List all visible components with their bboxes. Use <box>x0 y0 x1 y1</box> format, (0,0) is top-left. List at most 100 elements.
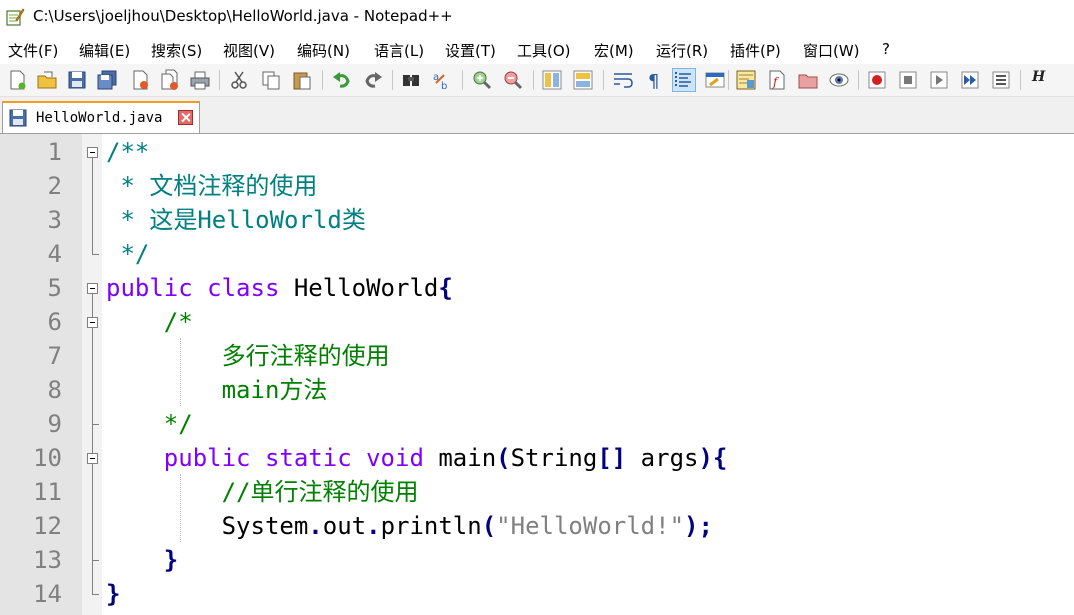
save-macro-icon[interactable] <box>990 69 1012 91</box>
code-line[interactable]: /** <box>106 135 149 169</box>
tab-bar: HelloWorld.java <box>0 97 1074 134</box>
code-token: //单行注释的使用 <box>106 478 419 506</box>
menu-encoding[interactable]: 编码(N) <box>297 40 350 61</box>
menu-help[interactable]: ? <box>882 40 890 58</box>
close-all-icon[interactable] <box>159 69 181 91</box>
paste-icon[interactable] <box>291 69 313 91</box>
monitor-icon[interactable] <box>828 69 850 91</box>
code-line[interactable]: */ <box>106 237 149 271</box>
code-line[interactable]: /* <box>106 305 193 339</box>
code-line[interactable]: System.out.println("HelloWorld!"); <box>106 509 713 543</box>
code-line[interactable]: public class HelloWorld{ <box>106 271 453 305</box>
code-line[interactable]: } <box>106 543 178 577</box>
stop-macro-icon[interactable] <box>897 69 919 91</box>
menu-edit[interactable]: 编辑(E) <box>79 40 130 61</box>
code-line[interactable]: public static void main(String[] args){ <box>106 441 728 475</box>
code-token: * 这是HelloWorld类 <box>106 206 366 234</box>
code-token: /* <box>106 308 193 336</box>
new-file-icon[interactable] <box>6 69 28 91</box>
tab-label: HelloWorld.java <box>36 110 163 126</box>
line-number: 10 <box>33 444 62 472</box>
fold-toggle-icon[interactable] <box>87 453 98 464</box>
code-token: public <box>163 444 251 472</box>
code-line[interactable]: * 这是HelloWorld类 <box>106 203 366 237</box>
menu-plugins[interactable]: 插件(P) <box>730 40 781 61</box>
folder-workspace-icon[interactable] <box>797 69 819 91</box>
cut-icon[interactable] <box>228 69 250 91</box>
code-token: String <box>510 444 598 472</box>
undo-icon[interactable] <box>331 69 353 91</box>
code-line[interactable]: //单行注释的使用 <box>106 475 419 509</box>
toolbar-separator <box>462 70 463 90</box>
menu-tools[interactable]: 工具(O) <box>517 40 571 61</box>
tab-helloworld-java[interactable]: HelloWorld.java <box>2 101 200 133</box>
sync-vertical-icon[interactable] <box>541 69 563 91</box>
toolbar-separator <box>392 70 393 90</box>
code-line[interactable]: * 文档注释的使用 <box>106 169 317 203</box>
menu-macro[interactable]: 宏(M) <box>594 40 634 61</box>
close-icon[interactable] <box>129 69 151 91</box>
menu-view[interactable]: 视图(V) <box>223 40 275 61</box>
record-macro-icon[interactable] <box>866 69 888 91</box>
udl-icon[interactable] <box>704 69 726 91</box>
copy-icon[interactable] <box>260 69 282 91</box>
sync-horizontal-icon[interactable] <box>572 69 594 91</box>
code-token: ( <box>481 512 497 540</box>
line-number: 5 <box>47 274 62 302</box>
code-token: void <box>366 444 424 472</box>
save-icon[interactable] <box>66 69 88 91</box>
toolbar-separator <box>322 70 323 90</box>
fold-line <box>92 294 93 594</box>
indent-guide-icon[interactable] <box>672 68 696 92</box>
print-icon[interactable] <box>189 69 211 91</box>
code-line[interactable]: 多行注释的使用 <box>106 339 390 373</box>
fold-toggle-icon[interactable] <box>87 283 98 294</box>
line-number: 8 <box>47 376 62 404</box>
code-token: main <box>423 444 497 472</box>
close-tab-icon[interactable] <box>178 110 193 125</box>
replace-icon[interactable]: ab <box>431 69 453 91</box>
menu-window[interactable]: 窗口(W) <box>803 40 860 61</box>
line-number: 4 <box>47 240 62 268</box>
svg-text:b: b <box>441 81 447 91</box>
code-token: class <box>207 274 280 302</box>
zoom-out-icon[interactable] <box>502 69 524 91</box>
code-line[interactable]: main方法 <box>106 373 328 407</box>
redo-icon[interactable] <box>362 69 384 91</box>
menu-run[interactable]: 运行(R) <box>656 40 708 61</box>
menu-settings[interactable]: 设置(T) <box>445 40 496 61</box>
code-token: [] <box>597 444 627 472</box>
menu-language[interactable]: 语言(L) <box>374 40 424 61</box>
toolbar-h-label[interactable]: H <box>1032 69 1045 85</box>
fold-end <box>92 594 99 595</box>
fold-toggle-icon[interactable] <box>87 317 98 328</box>
toolbar: ab ¶ f H <box>0 64 1074 97</box>
zoom-in-icon[interactable] <box>471 69 493 91</box>
doc-map-icon[interactable] <box>735 69 757 91</box>
fold-line <box>92 158 93 254</box>
line-number: 11 <box>33 478 62 506</box>
code-token: HelloWorld <box>279 274 439 302</box>
run-macro-multiple-icon[interactable] <box>959 69 981 91</box>
toolbar-separator <box>603 70 604 90</box>
code-token: /** <box>106 138 150 166</box>
save-all-icon[interactable] <box>96 69 118 91</box>
show-all-chars-icon[interactable]: ¶ <box>643 69 665 91</box>
code-token: System <box>106 512 309 540</box>
code-token: } <box>163 546 179 574</box>
menu-file[interactable]: 文件(F) <box>8 40 58 61</box>
function-list-icon[interactable]: f <box>766 69 788 91</box>
fold-toggle-icon[interactable] <box>87 147 98 158</box>
code-editor[interactable]: 1 2 3 4 5 6 7 8 9 10 11 12 13 14 /** * 文档注释的使用 * 这是He… <box>0 134 1074 615</box>
play-macro-icon[interactable] <box>928 69 950 91</box>
title-bar: C:\Users\joeljhou\Desktop\HelloWorld.jav… <box>0 0 1074 34</box>
code-line[interactable]: */ <box>106 407 193 441</box>
line-number: 6 <box>47 308 62 336</box>
code-line[interactable]: } <box>106 577 120 611</box>
fold-end <box>92 560 99 561</box>
word-wrap-icon[interactable] <box>612 69 634 91</box>
open-file-icon[interactable] <box>36 69 58 91</box>
menu-search[interactable]: 搜索(S) <box>151 40 202 61</box>
find-icon[interactable] <box>400 69 422 91</box>
